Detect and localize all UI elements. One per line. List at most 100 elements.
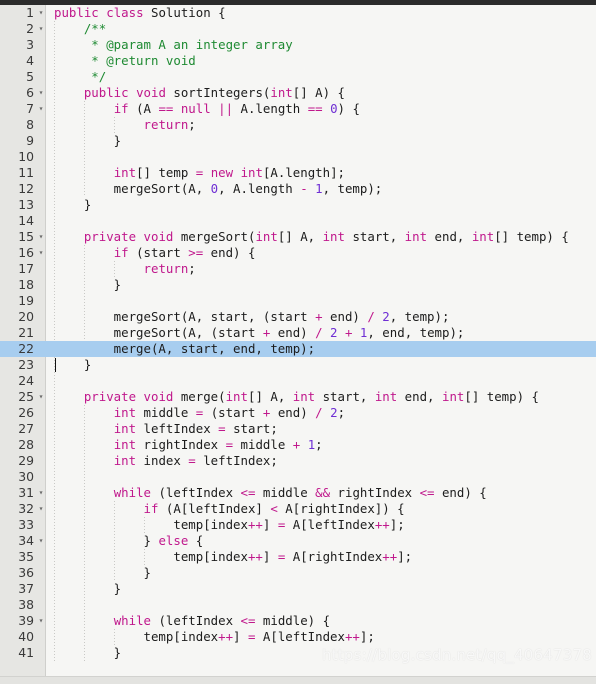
token-op: / bbox=[315, 325, 323, 340]
code-text[interactable]: temp[index++] = A[rightIndex++]; bbox=[54, 549, 412, 565]
fold-triangle-icon[interactable]: ▾ bbox=[37, 389, 45, 405]
fold-triangle-icon[interactable]: ▾ bbox=[37, 485, 45, 501]
code-text[interactable]: int index = leftIndex; bbox=[54, 453, 278, 469]
code-line[interactable]: 25 ▾ private void merge(int[] A, int star… bbox=[0, 389, 596, 405]
code-text[interactable]: mergeSort(A, 0, A.length - 1, temp); bbox=[54, 181, 383, 197]
code-text[interactable]: /** bbox=[54, 21, 106, 37]
fold-triangle-icon[interactable]: ▾ bbox=[37, 101, 45, 117]
code-text[interactable]: } bbox=[54, 133, 121, 149]
code-line[interactable]: 3 * @param A an integer array bbox=[0, 37, 596, 53]
code-text[interactable]: if (A == null || A.length == 0) { bbox=[54, 101, 360, 117]
code-line[interactable]: 36 } bbox=[0, 565, 596, 581]
code-line[interactable]: 7 ▾ if (A == null || A.length == 0) { bbox=[0, 101, 596, 117]
code-line[interactable]: 34 ▾ } else { bbox=[0, 533, 596, 549]
code-line[interactable]: 19 bbox=[0, 293, 596, 309]
code-line[interactable]: 32 ▾ if (A[leftIndex] < A[rightIndex]) { bbox=[0, 501, 596, 517]
code-line[interactable]: 11 int[] temp = new int[A.length]; bbox=[0, 165, 596, 181]
code-text[interactable]: temp[index++] = A[leftIndex++]; bbox=[54, 629, 375, 645]
code-line[interactable]: 30 bbox=[0, 469, 596, 485]
code-text[interactable]: int rightIndex = middle + 1; bbox=[54, 437, 323, 453]
code-text[interactable]: } bbox=[54, 277, 121, 293]
code-text[interactable]: mergeSort(A, start, (start + end) / 2, t… bbox=[54, 309, 450, 325]
code-line[interactable]: 31 ▾ while (leftIndex <= middle && rightI… bbox=[0, 485, 596, 501]
fold-triangle-icon[interactable]: ▾ bbox=[37, 229, 45, 245]
code-line[interactable]: 27 int leftIndex = start; bbox=[0, 421, 596, 437]
code-line[interactable]: 37 } bbox=[0, 581, 596, 597]
code-line[interactable]: 20 mergeSort(A, start, (start + end) / 2… bbox=[0, 309, 596, 325]
token-pl: mergeSort(A, bbox=[54, 181, 211, 196]
code-line[interactable]: 16 ▾ if (start >= end) { bbox=[0, 245, 596, 261]
line-number: 19 bbox=[18, 293, 34, 308]
code-line[interactable]: 13 } bbox=[0, 197, 596, 213]
fold-triangle-icon[interactable]: ▾ bbox=[37, 21, 45, 37]
code-text[interactable]: */ bbox=[54, 69, 106, 85]
code-line[interactable]: 24 bbox=[0, 373, 596, 389]
code-line[interactable]: 1 ▾ public class Solution { bbox=[0, 5, 596, 21]
code-text[interactable]: merge(A, start, end, temp); bbox=[54, 341, 315, 357]
code-line[interactable]: 21 mergeSort(A, (start + end) / 2 + 1, e… bbox=[0, 325, 596, 341]
code-text[interactable]: } bbox=[54, 565, 151, 581]
fold-triangle-icon[interactable]: ▾ bbox=[37, 501, 45, 517]
token-pl: temp[index bbox=[54, 517, 248, 532]
code-line[interactable]: 18 } bbox=[0, 277, 596, 293]
code-text[interactable]: } bbox=[54, 197, 91, 213]
code-line[interactable]: 14 bbox=[0, 213, 596, 229]
token-kw: return bbox=[143, 117, 189, 132]
line-number: 18 bbox=[18, 277, 34, 292]
code-text[interactable]: } else { bbox=[54, 533, 204, 549]
fold-triangle-icon[interactable]: ▾ bbox=[37, 533, 45, 549]
code-line[interactable]: 26 int middle = (start + end) / 2; bbox=[0, 405, 596, 421]
code-line[interactable]: 22 merge(A, start, end, temp); bbox=[0, 341, 596, 357]
code-line[interactable]: 15 ▾ private void mergeSort(int[] A, int … bbox=[0, 229, 596, 245]
code-text[interactable]: return; bbox=[54, 117, 196, 133]
token-op: = bbox=[218, 421, 226, 436]
code-line[interactable]: 38 bbox=[0, 597, 596, 613]
line-number: 41 bbox=[18, 645, 34, 660]
code-text[interactable]: int middle = (start + end) / 2; bbox=[54, 405, 345, 421]
fold-triangle-icon[interactable]: ▾ bbox=[37, 245, 45, 261]
code-line[interactable]: 9 } bbox=[0, 133, 596, 149]
code-text[interactable]: } bbox=[54, 357, 91, 373]
token-pl: } bbox=[54, 581, 122, 596]
code-text[interactable]: private void mergeSort(int[] A, int star… bbox=[54, 229, 569, 245]
code-text[interactable]: * @return void bbox=[54, 53, 195, 69]
code-text[interactable]: temp[index++] = A[leftIndex++]; bbox=[54, 517, 404, 533]
code-text[interactable]: while (leftIndex <= middle && rightIndex… bbox=[54, 485, 487, 501]
code-line[interactable]: 35 temp[index++] = A[rightIndex++]; bbox=[0, 549, 596, 565]
code-line[interactable]: 12 mergeSort(A, 0, A.length - 1, temp); bbox=[0, 181, 596, 197]
fold-triangle-icon[interactable]: ▾ bbox=[37, 5, 45, 21]
code-line[interactable]: 23 } bbox=[0, 357, 596, 373]
fold-triangle-icon[interactable]: ▾ bbox=[37, 85, 45, 101]
code-text[interactable]: int[] temp = new int[A.length]; bbox=[54, 165, 345, 181]
code-editor-pane[interactable]: 1 ▾ public class Solution {2 ▾ /** 3 * @para… bbox=[0, 5, 596, 676]
code-text[interactable]: while (leftIndex <= middle) { bbox=[54, 613, 330, 629]
code-line[interactable]: 17 return; bbox=[0, 261, 596, 277]
code-text[interactable]: int leftIndex = start; bbox=[54, 421, 278, 437]
code-line[interactable]: 8 return; bbox=[0, 117, 596, 133]
code-text[interactable]: public class Solution { bbox=[54, 5, 226, 21]
code-text[interactable]: public void sortIntegers(int[] A) { bbox=[54, 85, 345, 101]
token-op: ++ bbox=[218, 629, 234, 644]
code-line[interactable]: 6 ▾ public void sortIntegers(int[] A) { bbox=[0, 85, 596, 101]
code-line[interactable]: 40 temp[index++] = A[leftIndex++]; bbox=[0, 629, 596, 645]
code-text[interactable]: return; bbox=[54, 261, 196, 277]
code-text[interactable]: private void merge(int[] A, int start, i… bbox=[54, 389, 539, 405]
code-line[interactable]: 10 bbox=[0, 149, 596, 165]
fold-triangle-icon[interactable]: ▾ bbox=[37, 613, 45, 629]
code-text[interactable]: } bbox=[54, 581, 121, 597]
code-line[interactable]: 5 */ bbox=[0, 69, 596, 85]
code-line[interactable]: 4 * @return void bbox=[0, 53, 596, 69]
code-line[interactable]: 33 temp[index++] = A[leftIndex++]; bbox=[0, 517, 596, 533]
code-text[interactable]: * @param A an integer array bbox=[54, 37, 292, 53]
code-text[interactable]: } bbox=[54, 645, 121, 661]
code-line[interactable]: 28 int rightIndex = middle + 1; bbox=[0, 437, 596, 453]
code-text[interactable]: mergeSort(A, (start + end) / 2 + 1, end,… bbox=[54, 325, 465, 341]
code-line[interactable]: 39 ▾ while (leftIndex <= middle) { bbox=[0, 613, 596, 629]
code-line[interactable]: 29 int index = leftIndex; bbox=[0, 453, 596, 469]
code-text[interactable]: if (A[leftIndex] < A[rightIndex]) { bbox=[54, 501, 405, 517]
code-text[interactable]: if (start >= end) { bbox=[54, 245, 256, 261]
code-line[interactable]: 2 ▾ /** bbox=[0, 21, 596, 37]
code-lines[interactable]: 1 ▾ public class Solution {2 ▾ /** 3 * @para… bbox=[0, 5, 596, 661]
code-line[interactable]: 41 } bbox=[0, 645, 596, 661]
